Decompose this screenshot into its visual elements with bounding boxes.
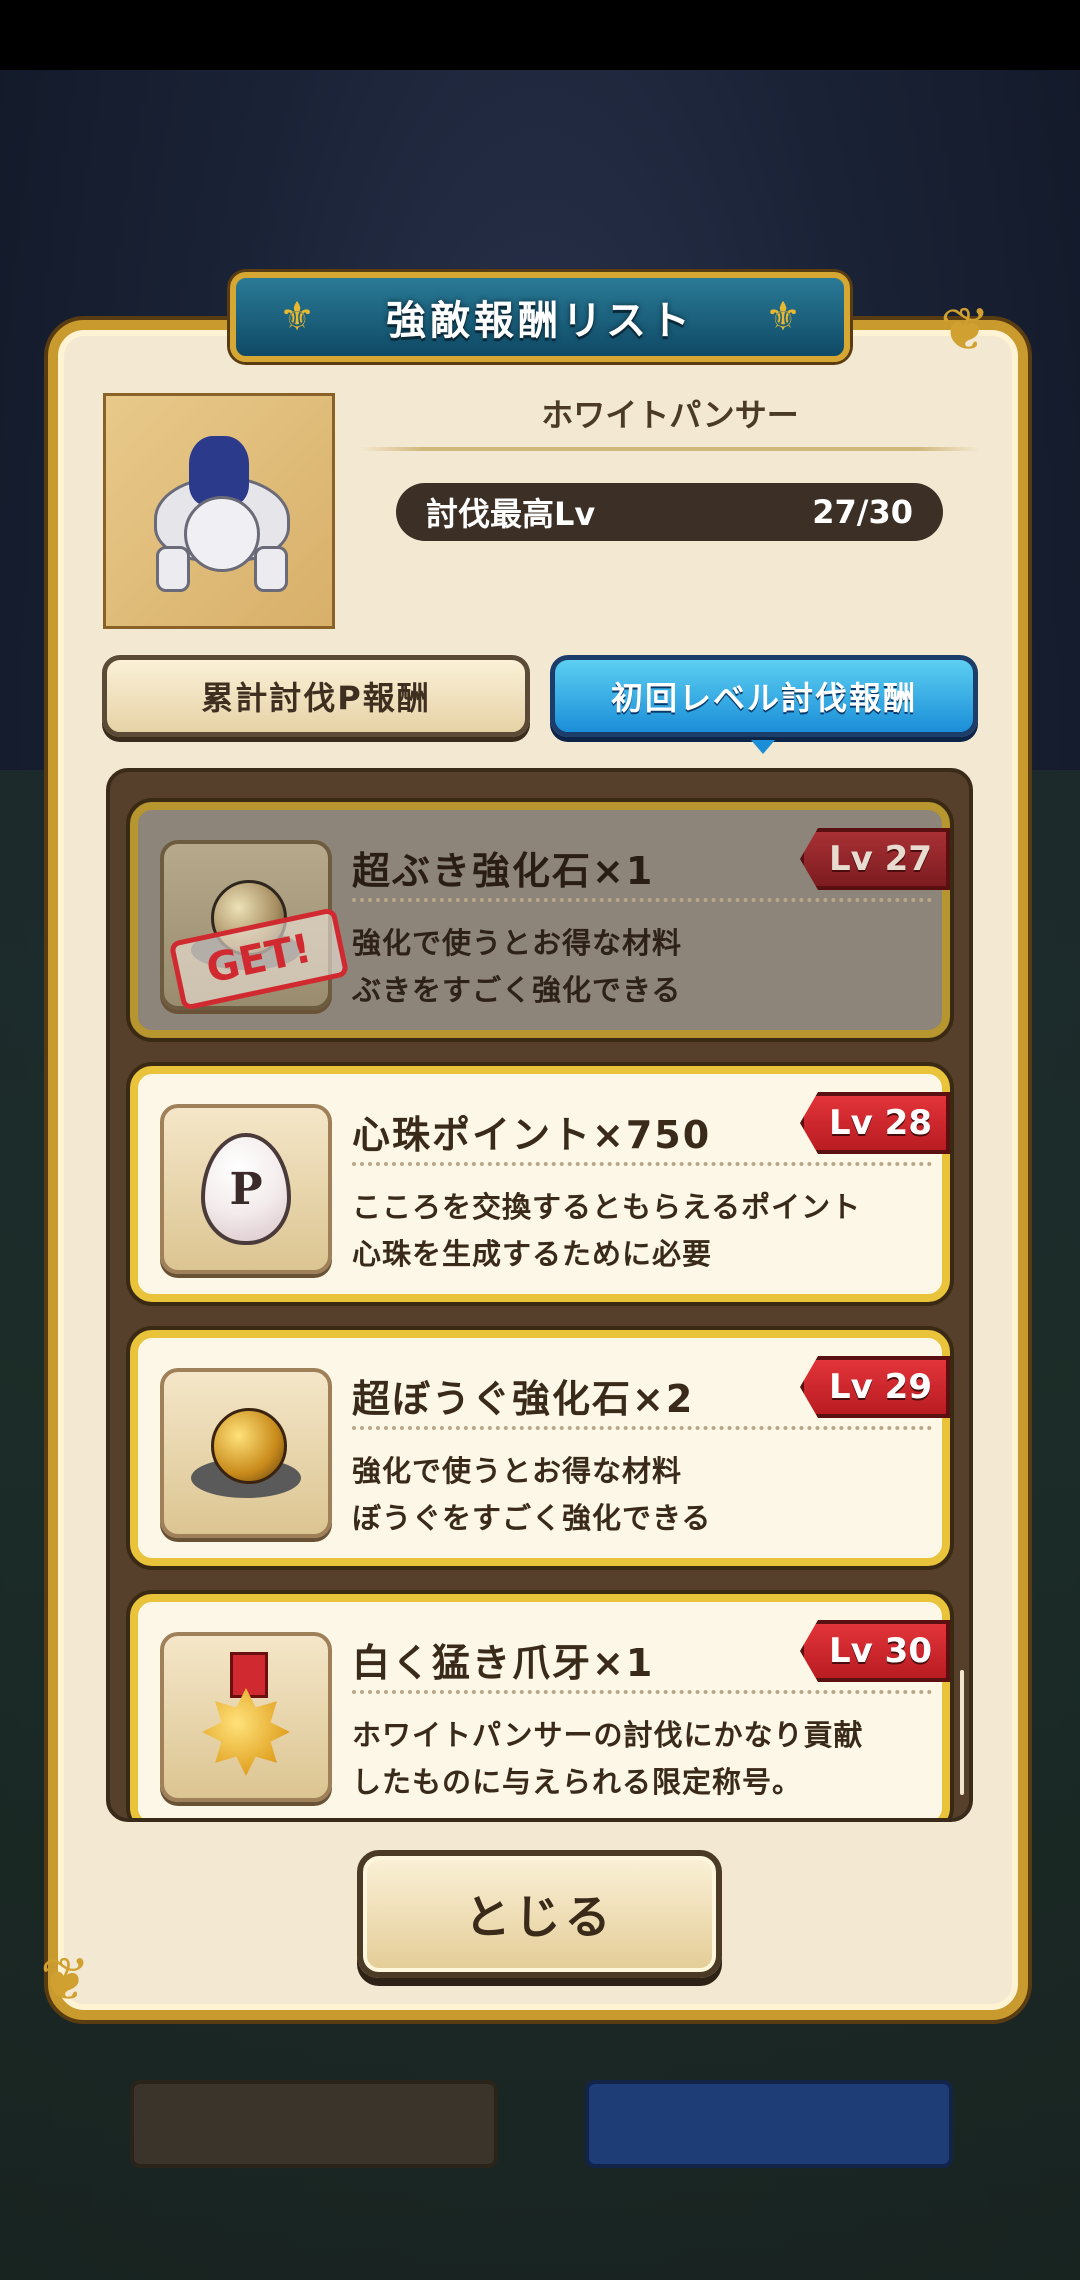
reward-icon-box: P: [160, 1104, 332, 1274]
level-tag: Lv 27: [800, 828, 950, 890]
reward-title: 超ぶき強化石×1: [352, 849, 655, 893]
background-button-right: [585, 2080, 953, 2168]
status-bar: [0, 0, 1080, 70]
fleur-ornament-icon: ⚜: [765, 294, 801, 340]
level-tag: Lv 29: [800, 1356, 950, 1418]
dotted-divider: [352, 1162, 932, 1166]
tab-label: 初回レベル討伐報酬: [610, 679, 917, 717]
reward-card[interactable]: 白く猛き爪牙×1 ホワイトパンサーの討伐にかなり貢献 したものに与えられる限定称…: [130, 1594, 950, 1818]
title-medal-icon: [196, 1652, 296, 1782]
defeat-level-value: 27/30: [812, 493, 913, 531]
reward-title: 白く猛き爪牙×1: [352, 1641, 655, 1685]
reward-card[interactable]: GET! 超ぶき強化石×1 強化で使うとお得な材料 ぶきをすごく強化できる Lv…: [130, 802, 950, 1038]
fleur-ornament-icon: ⚜: [279, 294, 315, 340]
reward-description-line: ホワイトパンサーの討伐にかなり貢献: [352, 1718, 864, 1752]
dotted-divider: [352, 1690, 932, 1694]
reward-description: こころを交換するともらえるポイント 心珠を生成するために必要: [352, 1184, 861, 1278]
list-scrollbar[interactable]: [960, 1670, 964, 1795]
reward-description-line: こころを交換するともらえるポイント: [352, 1190, 862, 1224]
reward-list[interactable]: GET! 超ぶき強化石×1 強化で使うとお得な材料 ぶきをすごく強化できる Lv…: [106, 768, 973, 1822]
close-button[interactable]: とじる: [357, 1850, 722, 1978]
dotted-divider: [352, 1426, 932, 1430]
dotted-divider: [352, 898, 932, 902]
reward-description-line: 強化で使うとお得な材料: [352, 1454, 683, 1488]
reward-card[interactable]: P 心珠ポイント×750 こころを交換するともらえるポイント 心珠を生成するため…: [130, 1066, 950, 1302]
reward-icon-box: GET!: [160, 840, 350, 1011]
dialog-title-banner: ⚜ 強敵報酬リスト ⚜: [230, 272, 850, 362]
corner-ornament-icon: ❦: [40, 1945, 91, 2015]
divider: [360, 447, 980, 451]
reward-icon-box: [160, 1368, 332, 1538]
reward-title: 心珠ポイント×750: [352, 1113, 712, 1157]
heart-orb-point-icon: P: [201, 1133, 291, 1245]
reward-description-line: ぶきをすごく強化できる: [352, 973, 682, 1007]
dialog-title: 強敵報酬リスト: [386, 298, 694, 344]
level-tag: Lv 28: [800, 1092, 950, 1154]
reward-title: 超ぼうぐ強化石×2: [352, 1377, 695, 1421]
armor-upgrade-stone-icon: [181, 1398, 311, 1508]
corner-ornament-icon: ❦: [940, 295, 991, 365]
reward-description: 強化で使うとお得な材料 ぼうぐをすごく強化できる: [352, 1448, 711, 1542]
reward-description-line: したものに与えられる限定称号。: [352, 1765, 803, 1799]
reward-description-line: 心珠を生成するために必要: [352, 1237, 713, 1271]
monster-portrait: [103, 393, 335, 629]
defeat-level-bar: 討伐最高Lv 27/30: [396, 483, 943, 541]
reward-icon-box: [160, 1632, 332, 1802]
tab-cumulative-defeat-points[interactable]: 累計討伐P報酬: [102, 655, 530, 737]
tab-label: 累計討伐P報酬: [201, 679, 431, 717]
monster-name: ホワイトパンサー: [541, 396, 799, 434]
reward-description-line: 強化で使うとお得な材料: [352, 926, 683, 960]
reward-card[interactable]: 超ぼうぐ強化石×2 強化で使うとお得な材料 ぼうぐをすごく強化できる Lv 29: [130, 1330, 950, 1566]
tab-first-level-defeat-reward[interactable]: 初回レベル討伐報酬: [550, 655, 978, 754]
reward-description-line: ぼうぐをすごく強化できる: [352, 1501, 712, 1535]
reward-description: ホワイトパンサーの討伐にかなり貢献 したものに与えられる限定称号。: [352, 1712, 863, 1806]
background-button-left: [130, 2080, 498, 2168]
defeat-level-label: 討伐最高Lv: [426, 495, 596, 533]
white-panther-icon: [134, 426, 304, 596]
level-tag: Lv 30: [800, 1620, 950, 1682]
active-tab-pointer: [751, 740, 775, 754]
reward-description: 強化で使うとお得な材料 ぶきをすごく強化できる: [352, 920, 682, 1014]
